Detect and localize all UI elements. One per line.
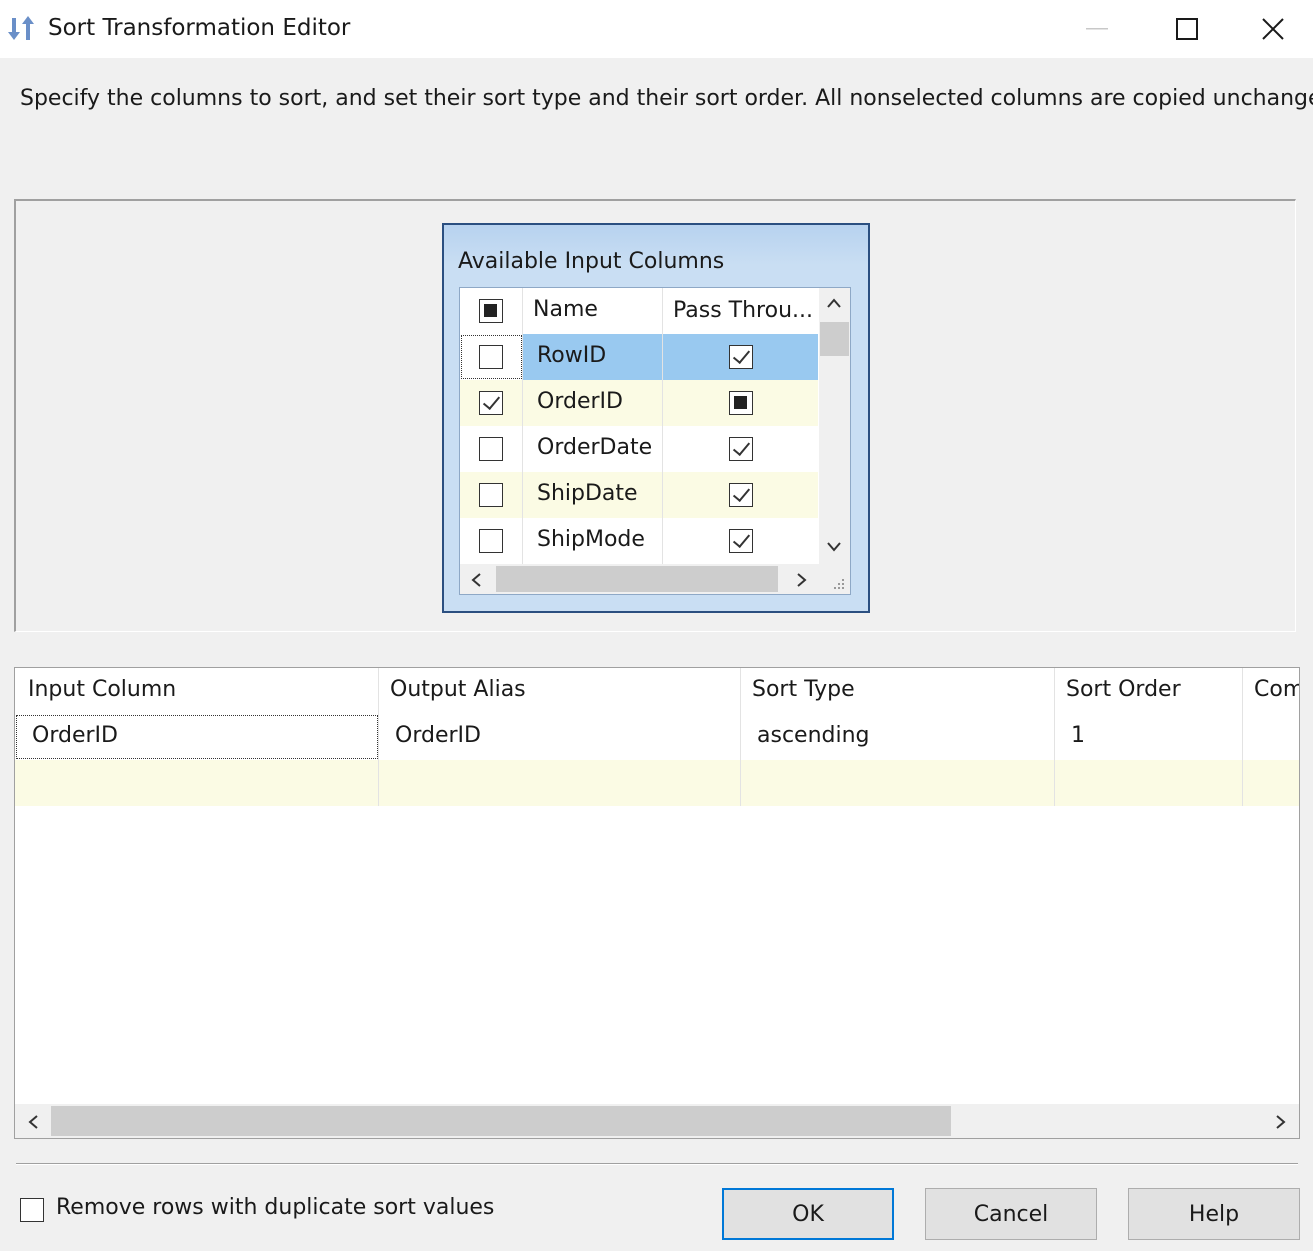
checkbox-checked-icon bbox=[728, 345, 753, 369]
list-item[interactable]: ShipMode bbox=[460, 518, 818, 564]
chevron-right-icon[interactable] bbox=[796, 572, 808, 592]
pass-through-checkbox[interactable] bbox=[663, 334, 818, 380]
column-name: OrderID bbox=[523, 380, 663, 426]
header-comparison-flags[interactable]: Com bbox=[1243, 668, 1299, 714]
chevron-down-icon[interactable] bbox=[826, 538, 842, 558]
header-pass-through[interactable]: Pass Throu... bbox=[663, 288, 818, 334]
title-bar: Sort Transformation Editor bbox=[0, 0, 1313, 58]
sort-order-cell[interactable] bbox=[1055, 760, 1243, 806]
row-select-checkbox[interactable] bbox=[460, 380, 523, 426]
input-column-cell[interactable] bbox=[15, 760, 379, 806]
sort-type-cell[interactable]: ascending bbox=[741, 714, 1055, 760]
description-text: Specify the columns to sort, and set the… bbox=[20, 86, 1313, 111]
horizontal-scroll-thumb[interactable] bbox=[51, 1106, 951, 1136]
output-alias-cell[interactable]: OrderID bbox=[379, 714, 741, 760]
vertical-scroll-thumb[interactable] bbox=[820, 322, 849, 356]
close-button[interactable] bbox=[1232, 0, 1313, 58]
separator bbox=[16, 1163, 1298, 1165]
remove-duplicates-checkbox[interactable] bbox=[20, 1198, 44, 1226]
pass-through-checkbox[interactable] bbox=[663, 426, 818, 472]
ok-button[interactable]: OK bbox=[722, 1188, 894, 1240]
column-name: ShipDate bbox=[523, 472, 663, 518]
table-row[interactable]: OrderID OrderID ascending 1 bbox=[15, 714, 1299, 760]
row-select-checkbox[interactable] bbox=[460, 334, 523, 380]
checkbox-checked-icon bbox=[728, 437, 753, 461]
resize-grip-icon[interactable] bbox=[830, 576, 846, 594]
checkbox-icon bbox=[479, 529, 503, 553]
chevron-up-icon[interactable] bbox=[826, 294, 842, 314]
list-item[interactable]: ShipDate bbox=[460, 472, 818, 518]
input-columns-grid: Name Pass Throu... RowID OrderID OrderDa… bbox=[459, 287, 851, 595]
header-output-alias[interactable]: Output Alias bbox=[379, 668, 741, 714]
checkbox-icon bbox=[479, 437, 503, 461]
checkbox-checked-icon bbox=[728, 529, 753, 553]
chevron-left-icon[interactable] bbox=[27, 1114, 39, 1134]
comparison-flags-cell[interactable] bbox=[1243, 714, 1299, 760]
horizontal-scroll-thumb[interactable] bbox=[496, 566, 778, 592]
row-select-checkbox[interactable] bbox=[460, 426, 523, 472]
help-button[interactable]: Help bbox=[1128, 1188, 1300, 1240]
list-item[interactable]: OrderDate bbox=[460, 426, 818, 472]
grid-header: Name Pass Throu... bbox=[460, 288, 818, 334]
cancel-button[interactable]: Cancel bbox=[925, 1188, 1097, 1240]
new-row[interactable] bbox=[15, 760, 1299, 806]
checkbox-icon bbox=[479, 483, 503, 507]
minimize-button[interactable] bbox=[1052, 0, 1142, 58]
available-input-columns-box[interactable]: Available Input Columns Name Pass Throu.… bbox=[442, 223, 870, 613]
column-name: OrderDate bbox=[523, 426, 663, 472]
checkbox-indeterminate-icon bbox=[728, 391, 753, 415]
sort-arrows-icon bbox=[8, 14, 38, 42]
checkbox-checked-icon bbox=[479, 391, 503, 415]
output-alias-cell[interactable] bbox=[379, 760, 741, 806]
grid-header: Input Column Output Alias Sort Type Sort… bbox=[15, 668, 1299, 714]
sort-type-cell[interactable] bbox=[741, 760, 1055, 806]
pass-through-checkbox[interactable] bbox=[663, 380, 818, 426]
column-name: RowID bbox=[523, 334, 663, 380]
checkbox-checked-icon bbox=[728, 483, 753, 507]
sort-order-cell[interactable]: 1 bbox=[1055, 714, 1243, 760]
header-name[interactable]: Name bbox=[523, 288, 663, 334]
remove-duplicates-label[interactable]: Remove rows with duplicate sort values bbox=[56, 1192, 494, 1224]
pass-through-checkbox[interactable] bbox=[663, 518, 818, 564]
close-icon bbox=[1261, 18, 1284, 40]
comparison-flags-cell[interactable] bbox=[1243, 760, 1299, 806]
select-all-checkbox[interactable] bbox=[460, 288, 523, 334]
maximize-button[interactable] bbox=[1142, 0, 1232, 58]
columns-box-title: Available Input Columns bbox=[458, 249, 725, 274]
maximize-icon bbox=[1176, 18, 1198, 40]
header-input-column[interactable]: Input Column bbox=[15, 668, 379, 714]
row-select-checkbox[interactable] bbox=[460, 472, 523, 518]
checkbox-indeterminate-icon bbox=[479, 299, 503, 323]
minimize-icon bbox=[1086, 28, 1108, 30]
chevron-right-icon[interactable] bbox=[1275, 1114, 1287, 1134]
pass-through-checkbox[interactable] bbox=[663, 472, 818, 518]
input-column-cell[interactable]: OrderID bbox=[15, 714, 379, 760]
header-sort-order[interactable]: Sort Order bbox=[1055, 668, 1243, 714]
list-item[interactable]: OrderID bbox=[460, 380, 818, 426]
sort-columns-grid: Input Column Output Alias Sort Type Sort… bbox=[14, 667, 1300, 1139]
checkbox-icon bbox=[479, 345, 503, 369]
chevron-left-icon[interactable] bbox=[470, 572, 482, 592]
window-title: Sort Transformation Editor bbox=[48, 15, 351, 41]
list-item[interactable]: RowID bbox=[460, 334, 818, 380]
checkbox-icon bbox=[20, 1198, 44, 1222]
header-sort-type[interactable]: Sort Type bbox=[741, 668, 1055, 714]
row-select-checkbox[interactable] bbox=[460, 518, 523, 564]
column-name: ShipMode bbox=[523, 518, 663, 564]
